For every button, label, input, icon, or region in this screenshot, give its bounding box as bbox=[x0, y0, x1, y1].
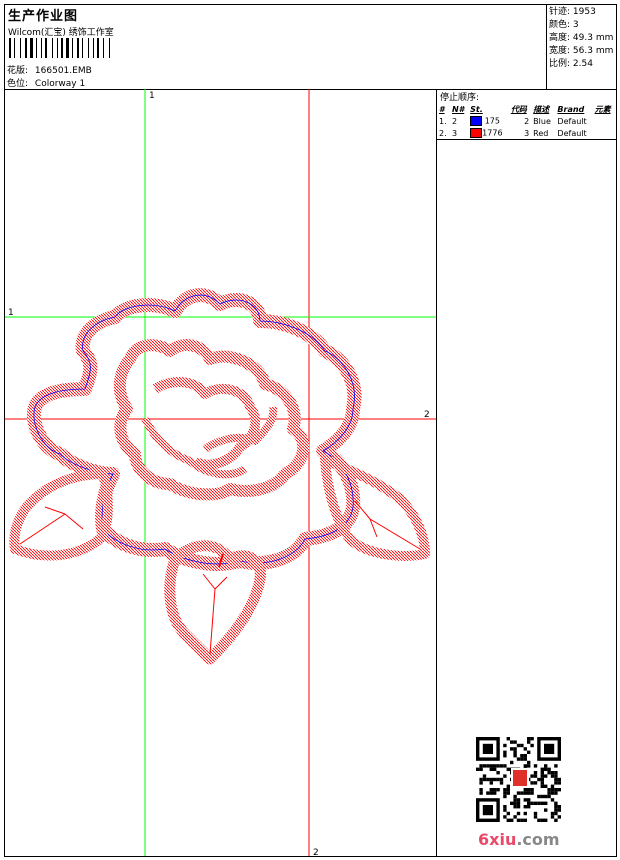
col-stitches: St. bbox=[470, 105, 483, 114]
col-description: 描述 bbox=[533, 105, 550, 114]
inner-fold-2 bbox=[141, 417, 248, 479]
barcode bbox=[9, 38, 133, 58]
table-bottom-border bbox=[437, 139, 616, 140]
colorway-field: 色位: Colorway 1 bbox=[7, 76, 85, 89]
guide-label-h1: 1 bbox=[8, 308, 14, 318]
col-needle: N# bbox=[452, 105, 465, 114]
company-name: Wilcom(汇宝) 绣饰工作室 bbox=[8, 28, 114, 38]
colorway-value: Colorway 1 bbox=[34, 79, 86, 89]
stop-sequence-title: 停止顺序: bbox=[440, 93, 480, 103]
col-code: 代码 bbox=[510, 105, 527, 114]
col-index: # bbox=[439, 105, 445, 114]
page-title: 生产作业图 bbox=[8, 9, 79, 24]
qr-code bbox=[476, 737, 564, 823]
stat-height: 高度: 49.3 mm bbox=[549, 33, 614, 43]
stop-sequence-table: # N# St. 代码 描述 Brand 元素 1. 2 175 2 Blue … bbox=[437, 104, 615, 139]
panel-divider bbox=[436, 89, 437, 856]
design-file-field: 花版: 166501.EMB bbox=[7, 63, 92, 76]
stat-stitches: 针迹: 1953 bbox=[549, 7, 596, 17]
col-brand: Brand bbox=[557, 105, 585, 114]
table-header-row: # N# St. 代码 描述 Brand 元素 bbox=[437, 104, 615, 115]
header-info: 生产作业图 Wilcom(汇宝) 绣饰工作室 花版: 166501.EMB 色位… bbox=[5, 5, 546, 89]
design-file-value: 166501.EMB bbox=[34, 66, 92, 76]
guide-label-v1: 1 bbox=[149, 91, 155, 101]
stop-sequence-panel: 停止顺序: # N# St. 代码 描述 Brand 元素 1. 2 175 2… bbox=[437, 89, 616, 140]
rose-design bbox=[9, 288, 430, 665]
col-element: 元素 bbox=[594, 105, 611, 114]
design-canvas: 1 1 2 2 bbox=[5, 89, 436, 858]
design-file-label: 花版: bbox=[7, 66, 29, 76]
leaf-left bbox=[9, 469, 113, 561]
stats-block: 针迹: 1953 颜色: 3 高度: 49.3 mm 宽度: 56.3 mm 比… bbox=[549, 6, 613, 71]
embroidery-preview: 1 1 2 2 bbox=[5, 89, 436, 858]
guide-label-h2: 2 bbox=[424, 410, 430, 420]
table-row: 1. 2 175 2 Blue Default bbox=[439, 116, 587, 126]
watermark: 6xiu.com bbox=[478, 830, 560, 849]
table-row: 2. 3 1776 3 Red Default bbox=[439, 128, 587, 138]
stat-width: 宽度: 56.3 mm bbox=[549, 46, 614, 56]
stat-colors: 颜色: 3 bbox=[549, 20, 579, 30]
outer-petals bbox=[26, 288, 362, 571]
stat-scale: 比例: 2.54 bbox=[549, 59, 593, 69]
colorway-label: 色位: bbox=[7, 79, 29, 89]
production-sheet: 生产作业图 Wilcom(汇宝) 绣饰工作室 花版: 166501.EMB 色位… bbox=[4, 4, 617, 858]
guide-label-v2: 2 bbox=[313, 848, 319, 856]
color-swatch-red bbox=[470, 128, 483, 138]
color-swatch-blue bbox=[470, 116, 483, 126]
header-divider bbox=[546, 5, 547, 89]
